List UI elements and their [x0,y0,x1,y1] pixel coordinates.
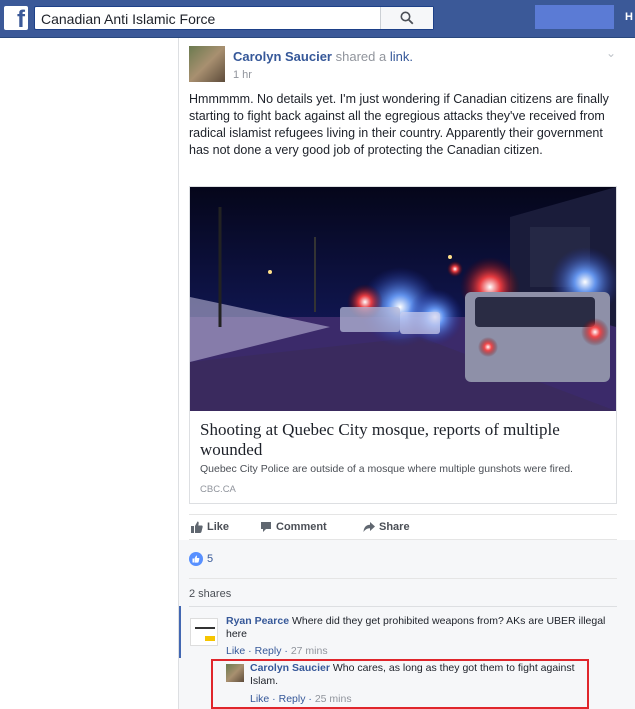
commenter-avatar[interactable] [190,618,218,646]
search-button[interactable] [380,7,433,29]
search-value: Canadian Anti Islamic Force [41,11,216,27]
comment-button[interactable]: Comment [261,521,327,533]
post-time[interactable]: 1 hr [233,69,252,81]
thumbs-up-icon [191,521,203,533]
left-column [0,38,178,709]
link-source: CBC.CA [200,484,236,495]
search-icon [400,11,414,25]
facebook-logo[interactable]: f [4,6,28,32]
reactions-count: 5 [207,553,214,565]
shares-count[interactable]: 2 shares [189,588,231,600]
comment-meta: Like · Reply · 27 mins [226,645,328,657]
search-input[interactable]: Canadian Anti Islamic Force [34,6,434,30]
author-avatar[interactable] [189,46,225,82]
author-name[interactable]: Carolyn Saucier [233,49,332,64]
post-text: Hmmmmm. No details yet. I'm just wonderi… [189,92,609,157]
link-image[interactable] [190,187,616,411]
reply-like-link[interactable]: Like [250,693,269,705]
reply-reply-link[interactable]: Reply [279,693,306,705]
post-header: Carolyn Saucier shared a link. [233,49,413,64]
top-bar: f Canadian Anti Islamic Force H [0,0,635,38]
reply-author[interactable]: Carolyn Saucier [250,662,330,674]
reply-meta: Like · Reply · 25 mins [250,693,352,705]
like-button[interactable]: Like [191,521,230,533]
divider [189,606,617,607]
night-street-image [190,187,616,411]
link-title[interactable]: Shooting at Quebec City mosque, reports … [200,420,600,460]
action-link[interactable]: link. [390,49,413,64]
divider [189,578,617,579]
comment-reply-link[interactable]: Reply [255,645,282,657]
comment-icon [261,522,271,532]
share-button[interactable]: Share [363,521,410,533]
reply-time[interactable]: 25 mins [315,693,352,705]
comment-label: Comment [276,521,327,533]
post-actions: Like Comment Share [189,514,617,540]
share-icon [363,522,375,532]
reply: Carolyn Saucier Who cares, as long as th… [250,662,585,688]
action-text: shared a [335,49,387,64]
like-reaction-icon [189,552,203,566]
chevron-down-icon[interactable]: ⌄ [606,46,616,60]
reply-avatar[interactable] [226,664,244,682]
like-label: Like [207,521,230,533]
profile-button[interactable] [535,5,614,29]
post-card: Carolyn Saucier shared a link. 1 hr ⌄ Hm… [178,38,635,709]
comment: Ryan Pearce Where did they get prohibite… [226,615,606,641]
comment-indicator [179,606,181,658]
comment-time[interactable]: 27 mins [291,645,328,657]
comment-author[interactable]: Ryan Pearce [226,615,289,627]
comments-area: 5 2 shares Ryan Pearce Where did they ge… [179,540,635,709]
comment-like-link[interactable]: Like [226,645,245,657]
home-link[interactable]: H [625,11,633,23]
link-preview[interactable]: Shooting at Quebec City mosque, reports … [189,186,617,504]
link-description: Quebec City Police are outside of a mosq… [200,463,573,475]
share-label: Share [379,521,410,533]
